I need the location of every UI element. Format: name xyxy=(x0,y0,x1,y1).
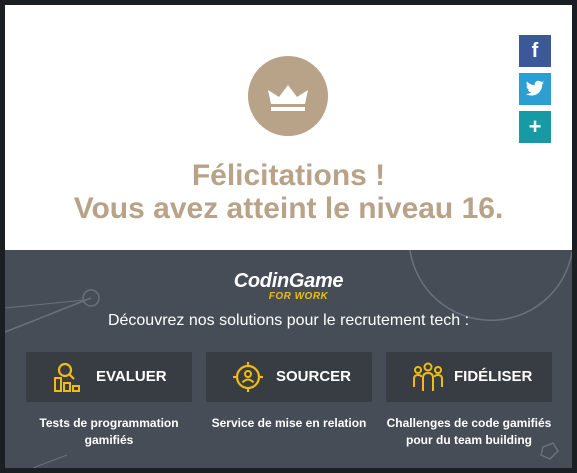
level-up-modal: Félicitations ! Vous avez atteint le niv… xyxy=(5,5,572,468)
logo-text: CodinGame xyxy=(233,270,344,292)
sourcer-description: Service de mise en relation xyxy=(211,416,367,430)
team-icon xyxy=(413,362,443,391)
codingame-for-work-logo[interactable]: CodinGame FOR WORK xyxy=(5,271,572,302)
logo-subtext: FOR WORK xyxy=(268,291,329,302)
evaluer-label: EVALUER xyxy=(96,368,167,385)
evaluer-description: Tests de programmation gamifiés xyxy=(39,416,179,447)
twitter-share-button[interactable] xyxy=(519,73,551,105)
promo-tagline: Découvrez nos solutions pour le recrutem… xyxy=(107,312,470,329)
congrats-headline: Félicitations ! Vous avez atteint le niv… xyxy=(5,159,572,225)
more-share-button[interactable]: + xyxy=(519,111,551,143)
congrats-title: Félicitations ! xyxy=(191,159,386,192)
facebook-icon: f xyxy=(531,39,539,62)
crown-icon xyxy=(268,85,308,111)
target-user-icon xyxy=(233,362,263,392)
crown-badge xyxy=(248,56,328,136)
codingame-for-work-panel: CodinGame FOR WORK Découvrez nos solutio… xyxy=(5,250,572,468)
assessment-chart-icon xyxy=(54,362,80,392)
plus-icon: + xyxy=(528,114,542,139)
congrats-panel: Félicitations ! Vous avez atteint le niv… xyxy=(5,5,572,250)
sourcer-button[interactable]: SOURCER xyxy=(206,352,372,402)
fideliser-label: FIDÉLISER xyxy=(454,368,533,385)
facebook-share-button[interactable]: f xyxy=(519,35,551,67)
evaluer-button[interactable]: EVALUER xyxy=(26,352,192,402)
fideliser-description: Challenges de code gamifiés pour du team… xyxy=(386,416,552,447)
twitter-bird-icon xyxy=(525,80,545,96)
level-reached-text: Vous avez atteint le niveau 16. xyxy=(73,192,504,225)
sourcer-label: SOURCER xyxy=(276,368,352,385)
fideliser-button[interactable]: FIDÉLISER xyxy=(386,352,552,402)
